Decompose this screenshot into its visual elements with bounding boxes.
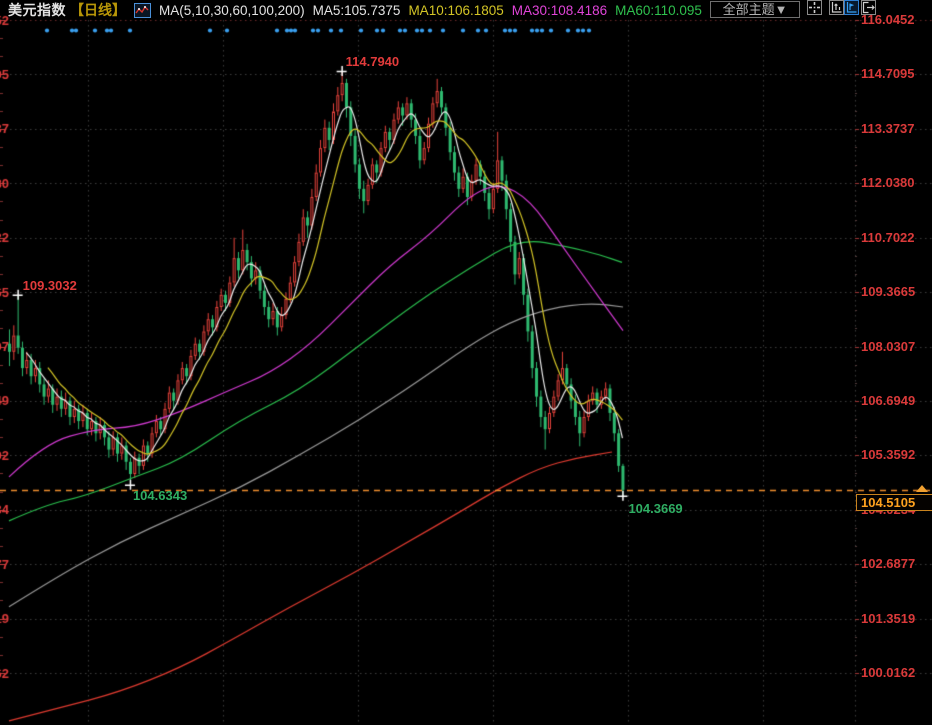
axis-label: 112.0380 (861, 175, 915, 190)
kline-app-window: 美元指数 【日线】 MA(5,10,30,60,100,200) MA5:105… (0, 0, 932, 725)
symbol-title: 美元指数 (8, 0, 66, 20)
axis-label: 114.7095 (861, 66, 915, 81)
kline-mini-chart-icon (134, 3, 151, 18)
axis-label: 105.3592 (861, 447, 915, 462)
axis-label: 102.6877 (861, 556, 915, 571)
low-annotation-left: 104.6343 (133, 488, 187, 503)
axis-label: 113.3737 (861, 121, 915, 136)
current-price-badge: 104.5105 (856, 494, 932, 511)
ma60-value: MA60:110.095 (615, 3, 702, 18)
axis-label: 106.6949 (861, 393, 915, 408)
high-annotation-peak: 114.7940 (346, 54, 400, 69)
period-tag: 【日线】 (70, 0, 126, 20)
high-annotation-left: 109.3032 (23, 278, 77, 293)
axis-label: 101.3519 (861, 611, 915, 626)
axis-label: 110.7022 (861, 230, 915, 245)
chart-header: 美元指数 【日线】 MA(5,10,30,60,100,200) MA5:105… (0, 0, 932, 20)
kline-chart-canvas[interactable] (0, 0, 932, 725)
ma-group-label: MA(5,10,30,60,100,200) (159, 3, 305, 18)
ma10-value: MA10:106.1805 (408, 3, 503, 18)
axis-label: 100.0162 (861, 665, 915, 680)
axis-label: 109.3665 (861, 284, 915, 299)
axis-label: 108.0307 (861, 339, 915, 354)
low-annotation-last: 104.3669 (628, 501, 682, 516)
price-up-arrow-icon (916, 485, 928, 492)
ma30-value: MA30:108.4186 (512, 3, 607, 18)
ma5-value: MA5:105.7375 (313, 3, 401, 18)
